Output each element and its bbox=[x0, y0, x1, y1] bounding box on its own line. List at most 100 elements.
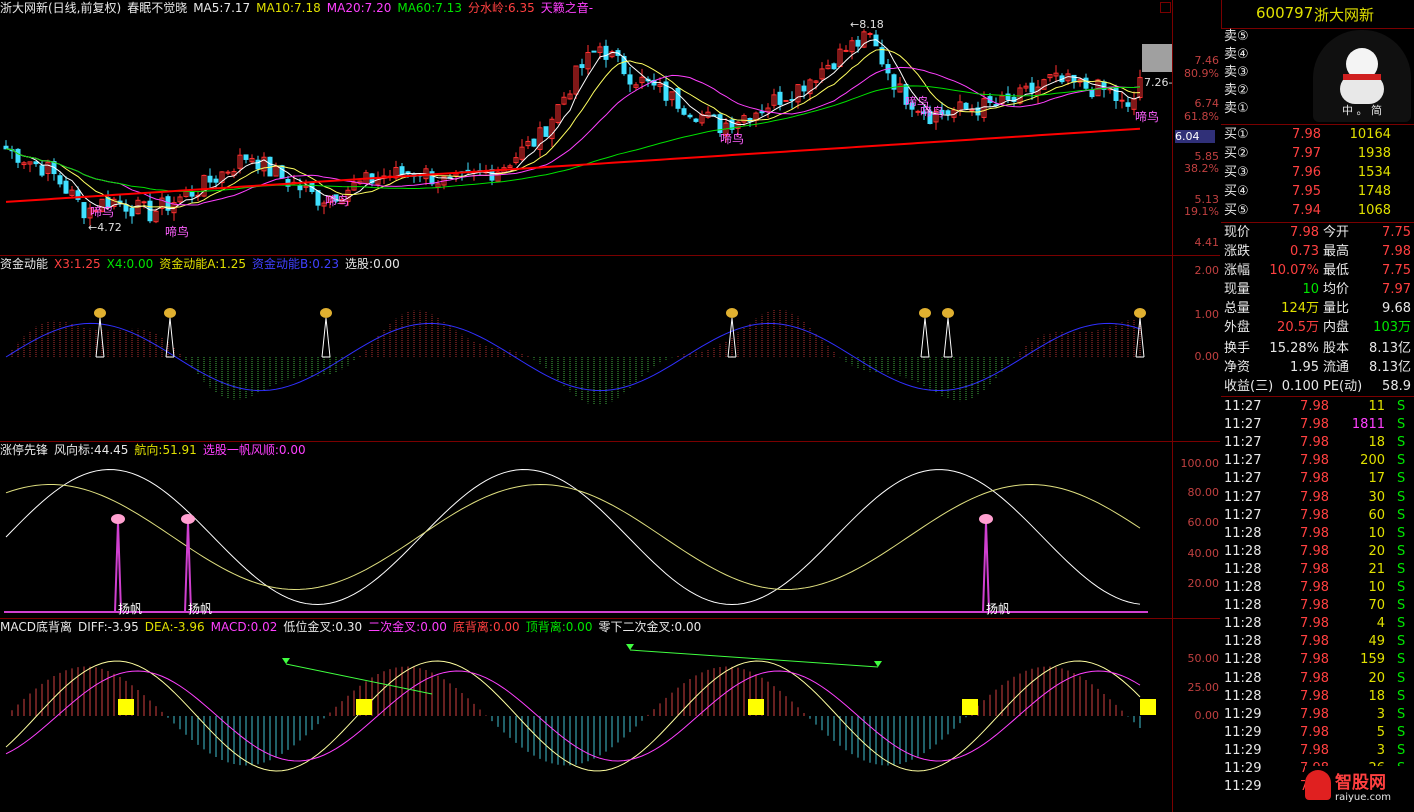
buy-row[interactable]: 买③ 7.96 1534 bbox=[1221, 164, 1414, 182]
quote-row: 换手 15.28% 股本 8.13亿 bbox=[1221, 340, 1414, 358]
buy-row[interactable]: 买④ 7.95 1748 bbox=[1221, 183, 1414, 201]
quote-label: 现价 bbox=[1224, 225, 1251, 240]
gold-ingot-icon bbox=[94, 308, 106, 318]
quote-row: 涨跌 0.73 最高 7.98 bbox=[1221, 243, 1414, 261]
candle-body bbox=[759, 111, 765, 114]
quote-row: 现价 7.98 今开 7.75 bbox=[1221, 224, 1414, 242]
tick-price: 7.98 bbox=[1300, 399, 1329, 414]
buy-price: 7.98 bbox=[1292, 127, 1321, 142]
tyzy-label: 天籁之音- bbox=[540, 1, 594, 15]
fsl-label: 分水岭:6.35 bbox=[467, 1, 535, 15]
tick-row: 11:28 7.98 20 S bbox=[1221, 670, 1414, 688]
signal-spike bbox=[165, 317, 175, 358]
candle-body bbox=[3, 145, 9, 150]
buy-row[interactable]: 买⑤ 7.94 1068 bbox=[1221, 202, 1414, 220]
tick-row: 11:28 7.98 21 S bbox=[1221, 561, 1414, 579]
tick-volume: 20 bbox=[1368, 670, 1385, 686]
diff-label: DIFF:-3.95 bbox=[77, 620, 139, 634]
chart-area[interactable]: ←8.18←4.727.26-7啼鸟啼鸟啼鸟啼鸟啼鸟啼鸟啼鸟扬帆扬帆扬帆 浙大网… bbox=[0, 0, 1220, 812]
buy-price: 7.96 bbox=[1292, 165, 1321, 180]
tick-side: S bbox=[1397, 543, 1406, 559]
buy-volume: 1534 bbox=[1357, 165, 1391, 180]
tick-volume: 18 bbox=[1368, 688, 1385, 704]
ma60-label: MA60:7.13 bbox=[397, 1, 462, 15]
main-subtitle: 春眠不觉晓 bbox=[127, 1, 188, 15]
candle-body bbox=[681, 108, 687, 115]
sell-row[interactable]: 卖② bbox=[1221, 82, 1414, 100]
current-box-label: 7.26-7 bbox=[1144, 76, 1172, 89]
candle-body bbox=[1125, 102, 1131, 107]
candle-body bbox=[831, 63, 837, 70]
candle-body bbox=[63, 180, 69, 194]
quote-label: 总量 bbox=[1224, 301, 1251, 316]
quote-value: 7.75 bbox=[1382, 263, 1411, 278]
sell-row[interactable]: 卖⑤ bbox=[1221, 28, 1414, 46]
gold-ingot-icon bbox=[1134, 308, 1146, 318]
sell-row[interactable]: 卖① bbox=[1221, 100, 1414, 118]
fsl-line bbox=[5, 127, 1141, 203]
tick-time: 11:29 bbox=[1224, 706, 1262, 722]
quote-label: 股本 bbox=[1323, 341, 1350, 356]
scale-tick: 0.00 bbox=[1194, 709, 1220, 722]
tick-row: 11:29 7.98 3 S bbox=[1221, 742, 1414, 760]
xg-label: 选股:0.00 bbox=[345, 257, 400, 271]
dea-line bbox=[5, 670, 1141, 762]
scale-tick: 100.00 bbox=[1180, 457, 1220, 470]
lotus-icon bbox=[181, 514, 195, 524]
candle-body bbox=[315, 190, 321, 206]
scale-tick: 0.00 bbox=[1194, 350, 1220, 363]
scale-tick: 4.41 bbox=[1194, 236, 1220, 249]
candle-body bbox=[591, 50, 597, 53]
b-label: 资金动能B:0.23 bbox=[252, 257, 340, 271]
candle-body bbox=[1119, 99, 1125, 102]
dw-label: 低位金叉:0.30 bbox=[283, 620, 363, 634]
tick-time: 11:28 bbox=[1224, 525, 1262, 541]
tick-time: 11:28 bbox=[1224, 616, 1262, 632]
candle-body bbox=[693, 118, 699, 122]
x3-label: X3:1.25 bbox=[54, 257, 101, 271]
tick-row: 11:28 7.98 4 S bbox=[1221, 615, 1414, 633]
watermark-brand: 智股网 bbox=[1335, 773, 1386, 793]
tick-time: 11:27 bbox=[1224, 471, 1262, 487]
kline-chart-svg[interactable]: ←8.18←4.727.26-7啼鸟啼鸟啼鸟啼鸟啼鸟啼鸟啼鸟扬帆扬帆扬帆 bbox=[0, 0, 1172, 812]
quote-value: 7.98 bbox=[1290, 225, 1319, 240]
candle-body bbox=[801, 85, 807, 92]
tick-side: S bbox=[1397, 417, 1406, 433]
gold-ingot-icon bbox=[942, 308, 954, 318]
candle-body bbox=[945, 110, 951, 115]
tick-side: S bbox=[1397, 471, 1406, 487]
quote-value: 7.75 bbox=[1382, 225, 1411, 240]
sell-label: 卖① bbox=[1224, 101, 1249, 116]
tick-time: 11:27 bbox=[1224, 489, 1262, 505]
sail-spike bbox=[184, 521, 192, 613]
candle-body bbox=[777, 91, 783, 105]
sell-row[interactable]: 卖④ bbox=[1221, 46, 1414, 64]
tick-row: 11:28 7.98 10 S bbox=[1221, 579, 1414, 597]
scale-tick: 25.00 bbox=[1187, 681, 1220, 694]
signal-spike bbox=[920, 317, 930, 358]
tick-price: 7.98 bbox=[1300, 453, 1329, 469]
sail-spike bbox=[982, 521, 990, 613]
expand-icon[interactable] bbox=[1160, 2, 1171, 13]
price-badge: 6.04 bbox=[1175, 130, 1215, 143]
tick-row: 11:28 7.98 10 S bbox=[1221, 525, 1414, 543]
tick-row: 11:27 7.98 200 S bbox=[1221, 452, 1414, 470]
tick-time: 11:29 bbox=[1224, 724, 1262, 740]
main-title: 浙大网新(日线,前复权) bbox=[0, 1, 122, 15]
buy-row[interactable]: 买② 7.97 1938 bbox=[1221, 145, 1414, 163]
sell-row[interactable]: 卖③ bbox=[1221, 64, 1414, 82]
tick-row: 11:27 7.98 1811 S bbox=[1221, 416, 1414, 434]
tick-side: S bbox=[1397, 652, 1406, 668]
divergence-arrow-icon bbox=[626, 644, 634, 650]
tick-row: 11:28 7.98 70 S bbox=[1221, 597, 1414, 615]
buy-row[interactable]: 买① 7.98 10164 bbox=[1221, 126, 1414, 144]
bird-signal-label: 啼鸟 bbox=[920, 104, 944, 119]
scale-tick: 20.00 bbox=[1187, 577, 1220, 590]
flame-logo-icon bbox=[1305, 770, 1331, 800]
signal-spike bbox=[943, 317, 953, 358]
candle-body bbox=[969, 109, 975, 112]
quote-value: 58.9 bbox=[1382, 379, 1411, 394]
quote-row: 现量 10 均价 7.97 bbox=[1221, 281, 1414, 299]
tick-volume: 5 bbox=[1376, 724, 1385, 740]
buy-price: 7.97 bbox=[1292, 146, 1321, 161]
